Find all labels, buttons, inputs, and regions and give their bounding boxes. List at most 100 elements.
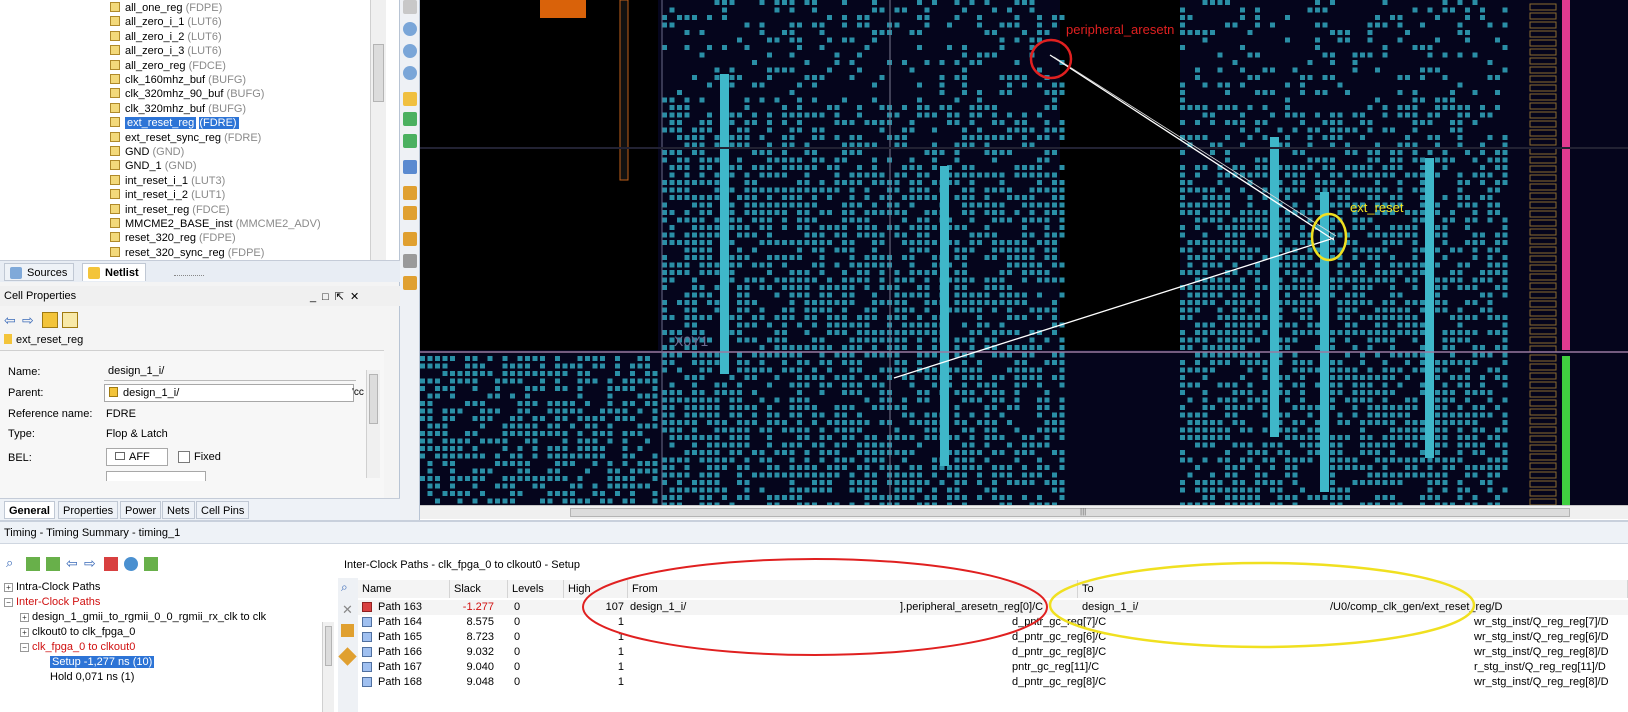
netlist-item[interactable]: all_zero_reg (FDCE) xyxy=(110,59,226,74)
netlist-item[interactable]: all_zero_i_2 (LUT6) xyxy=(110,30,222,45)
place-icon[interactable] xyxy=(403,160,417,174)
netlist-item[interactable]: GND (GND) xyxy=(110,145,184,160)
name-value[interactable]: design_1_i/ xyxy=(104,363,356,381)
tab-sources[interactable]: Sources xyxy=(4,263,75,281)
logic-cell xyxy=(804,450,810,455)
logic-cell xyxy=(1375,405,1380,410)
logic-cell xyxy=(849,142,855,148)
logic-cell xyxy=(1210,202,1215,208)
panel-window-controls[interactable]: _□⇱✕ xyxy=(310,290,365,303)
logic-cell xyxy=(677,435,682,440)
arrow-right-icon[interactable] xyxy=(403,0,417,14)
logic-cell xyxy=(1457,450,1463,455)
tab-power[interactable]: Power xyxy=(120,501,162,519)
logic-cell xyxy=(1285,225,1290,230)
tab-general[interactable]: General xyxy=(4,501,55,519)
netlist-item[interactable]: clk_320mhz_buf (BUFG) xyxy=(110,102,246,117)
logic-cell xyxy=(1247,495,1253,500)
zoom-out-icon[interactable] xyxy=(403,44,417,58)
forward-arrow-icon[interactable]: ⇨ xyxy=(22,312,34,329)
logic-cell xyxy=(977,300,982,305)
properties-scrollbar[interactable] xyxy=(366,370,380,478)
mark-icon[interactable] xyxy=(403,232,417,246)
logic-cell xyxy=(502,431,508,436)
splitter-grip[interactable] xyxy=(174,275,204,277)
netlist-item[interactable]: ext_reset_sync_reg (FDRE) xyxy=(110,131,261,146)
device-hscroll-thumb[interactable] xyxy=(570,508,1570,517)
route-icon[interactable] xyxy=(403,112,417,126)
device-canvas[interactable] xyxy=(420,0,1628,505)
cell-icon[interactable] xyxy=(42,312,58,328)
device-hscrollbar[interactable]: ||| xyxy=(420,505,1628,519)
netlist-scrollbar[interactable] xyxy=(370,0,386,260)
logic-cell xyxy=(849,390,855,395)
nets-icon[interactable] xyxy=(403,134,417,148)
logic-cell xyxy=(1285,112,1290,118)
logic-cell xyxy=(1457,322,1463,328)
logic-cell xyxy=(1502,397,1508,403)
logic-cell xyxy=(1059,412,1065,418)
logic-cell xyxy=(842,225,847,230)
netlist-item[interactable]: GND_1 (GND) xyxy=(110,159,197,174)
logic-cell xyxy=(1029,262,1035,268)
logic-cell xyxy=(450,408,455,414)
netlist-item[interactable]: clk_160mhz_buf (BUFG) xyxy=(110,73,246,88)
logic-cell xyxy=(872,442,877,448)
netlist-item[interactable]: clk_320mhz_90_buf (BUFG) xyxy=(110,87,264,102)
logic-cell xyxy=(812,0,817,5)
tab-properties[interactable]: Properties xyxy=(58,501,119,519)
cell-view-icon[interactable] xyxy=(403,186,417,200)
netlist-item[interactable]: all_zero_i_1 (LUT6) xyxy=(110,15,222,30)
cell-properties-toolbar: ⇦ ⇨ xyxy=(4,310,84,330)
tab-nets[interactable]: Nets xyxy=(162,501,195,519)
logic-cell xyxy=(692,322,697,328)
netlist-item[interactable]: all_zero_i_3 (LUT6) xyxy=(110,44,222,59)
netlist-item[interactable]: all_one_reg (FDPE) xyxy=(110,1,222,16)
netlist-scroll-thumb[interactable] xyxy=(373,44,384,102)
logic-cell xyxy=(1405,315,1410,320)
zoom-fit-icon[interactable] xyxy=(403,66,417,80)
pin-icon[interactable] xyxy=(403,254,417,268)
tab-netlist[interactable]: Netlist xyxy=(82,263,146,281)
netlist-item[interactable]: int_reset_i_1 (LUT3) xyxy=(110,174,225,189)
logic-cell xyxy=(1480,412,1485,418)
logic-cell xyxy=(864,217,870,223)
logic-cell xyxy=(909,195,915,200)
back-arrow-icon[interactable]: ⇦ xyxy=(4,312,16,329)
netlist-item[interactable]: reset_320_sync_reg (FDPE) xyxy=(110,246,264,260)
logic-cell xyxy=(699,495,705,500)
properties-scroll-thumb[interactable] xyxy=(369,374,378,424)
logic-cell xyxy=(1412,442,1418,448)
netlist-item[interactable]: ext_reset_reg (FDRE) xyxy=(110,116,239,131)
logic-cell xyxy=(1465,30,1470,35)
properties-icon[interactable] xyxy=(403,276,417,290)
fixed-checkbox[interactable] xyxy=(178,451,190,463)
logic-cell xyxy=(1059,375,1065,380)
io-pad xyxy=(1529,192,1557,200)
logic-cell xyxy=(1367,375,1373,380)
netlist-item[interactable]: int_reset_reg (FDCE) xyxy=(110,203,230,218)
logic-cell xyxy=(999,322,1005,328)
highlight-icon[interactable] xyxy=(403,206,417,220)
logic-cell xyxy=(962,187,967,193)
netlist-item[interactable]: reset_320_reg (FDPE) xyxy=(110,231,236,246)
parent-field[interactable]: design_1_i/ xyxy=(104,384,354,402)
netlist-item[interactable]: MMCME2_BASE_inst (MMCME2_ADV) xyxy=(110,217,321,232)
tab-cell-pins[interactable]: Cell Pins xyxy=(196,501,250,519)
netlist-item[interactable]: int_reset_i_2 (LUT1) xyxy=(110,188,225,203)
logic-cell xyxy=(1052,90,1057,95)
bel-field[interactable]: AFF xyxy=(106,448,168,466)
logic-cell xyxy=(1225,322,1230,328)
logic-cell xyxy=(1450,157,1455,163)
logic-cell xyxy=(1022,465,1027,470)
device-view[interactable]: peripheral_aresetn ext_reset X0Y1 xyxy=(420,0,1628,505)
logic-cell xyxy=(744,360,750,365)
select-icon[interactable] xyxy=(62,312,78,328)
select-area-icon[interactable] xyxy=(403,92,417,106)
zoom-in-icon[interactable] xyxy=(403,22,417,36)
logic-cell xyxy=(427,491,433,496)
logic-cell xyxy=(1375,330,1380,335)
logic-cell xyxy=(1225,352,1230,358)
logic-cell xyxy=(767,225,772,230)
logic-cell xyxy=(669,487,675,493)
